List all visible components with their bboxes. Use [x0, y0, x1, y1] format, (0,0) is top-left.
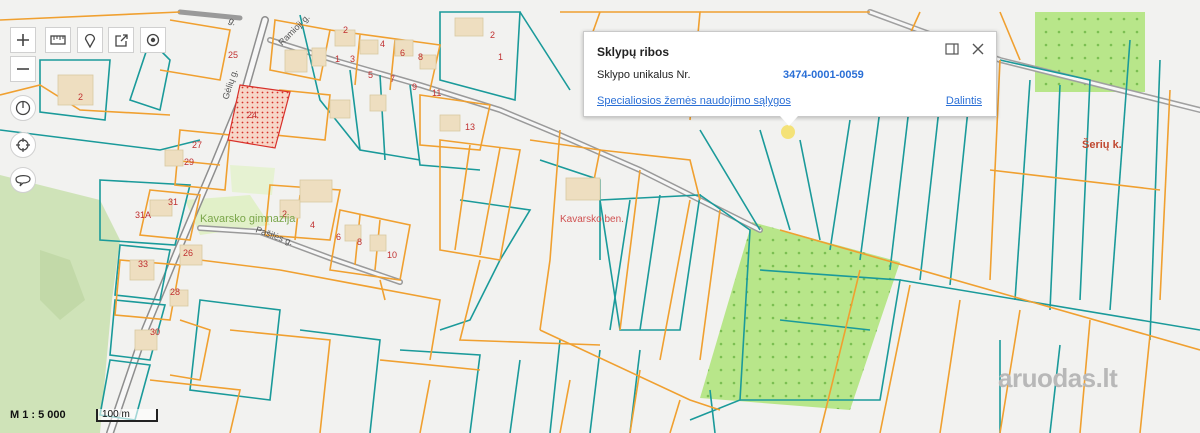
- parcel-number: 7: [390, 74, 395, 84]
- parcel-number: 33: [138, 259, 148, 269]
- land-use-conditions-link[interactable]: Specialiosios žemės naudojimo sąlygos: [597, 95, 791, 107]
- parcel-number: 28: [170, 287, 180, 297]
- scale-bar-label: 100 m: [102, 409, 130, 420]
- parcel-number: 26: [183, 248, 193, 258]
- zoom-in-button[interactable]: [10, 27, 36, 53]
- parcel-number: 31A: [135, 210, 151, 220]
- location-pin-button[interactable]: [77, 27, 103, 53]
- export-icon: [114, 33, 128, 47]
- parcel-number: 30: [150, 327, 160, 337]
- parcel-number: 2: [490, 30, 495, 40]
- lasso-button[interactable]: [10, 167, 36, 193]
- measure-icon: [50, 35, 66, 45]
- zoom-in-icon: [17, 34, 29, 46]
- crosshair-icon: [16, 138, 30, 152]
- power-icon: [15, 100, 31, 116]
- crosshair-button[interactable]: [10, 132, 36, 158]
- popup-title: Sklypų ribos: [597, 45, 670, 59]
- parcel-number: 25: [228, 50, 238, 60]
- selection-marker: [781, 125, 795, 139]
- parcel-info-popup: Sklypų ribos Sklypo unikalus Nr. 3474-00…: [583, 31, 997, 117]
- export-button[interactable]: [108, 27, 134, 53]
- parcel-number: 9: [412, 82, 417, 92]
- parcel-number: 31: [168, 197, 178, 207]
- parcel-number: 1: [498, 52, 503, 62]
- watermark-logo: aruodas.lt: [998, 363, 1118, 393]
- parcel-number: 6: [400, 48, 405, 58]
- measure-button[interactable]: [45, 27, 71, 53]
- parcel-number: 5: [368, 70, 373, 80]
- scale-bar: 100 m: [96, 409, 158, 422]
- parcel-number: 29: [184, 157, 194, 167]
- power-button[interactable]: [10, 95, 36, 121]
- parcel-number: 4: [380, 39, 385, 49]
- parcel-number: 4: [310, 220, 315, 230]
- parcel-number: 8: [418, 52, 423, 62]
- close-icon[interactable]: [970, 41, 986, 57]
- parcel-number: 1: [335, 54, 340, 64]
- popup-pointer: [780, 116, 798, 126]
- scale-ratio: M 1 : 5 000: [10, 409, 66, 421]
- zoom-out-button[interactable]: [10, 56, 36, 82]
- parcel-number: 2: [78, 92, 83, 102]
- parcel-number: 13: [465, 122, 475, 132]
- lasso-icon: [15, 175, 31, 187]
- place-label-school: Kavarsko gimnazija: [200, 213, 296, 225]
- expand-icon[interactable]: [944, 41, 960, 57]
- parcel-number: 27: [192, 140, 202, 150]
- parcel-number: 24: [247, 110, 257, 120]
- place-label-village: Šerių k.: [1082, 138, 1122, 151]
- parcel-id-label: Sklypo unikalus Nr.: [597, 69, 691, 81]
- target-button[interactable]: [140, 27, 166, 53]
- parcel-number: 6: [336, 232, 341, 242]
- parcel-number: 3: [350, 54, 355, 64]
- target-icon: [146, 33, 160, 47]
- parcel-number: 10: [387, 250, 397, 260]
- zoom-out-icon: [17, 68, 29, 70]
- location-pin-icon: [84, 33, 96, 48]
- place-label-cemetery: Kavarsko ben.: [560, 214, 624, 225]
- parcel-number: 8: [357, 237, 362, 247]
- parcel-id-value: 3474-0001-0059: [783, 69, 864, 81]
- parcel-number: 11: [432, 88, 441, 98]
- share-link[interactable]: Dalintis: [946, 95, 982, 107]
- parcel-number: 2: [343, 25, 348, 35]
